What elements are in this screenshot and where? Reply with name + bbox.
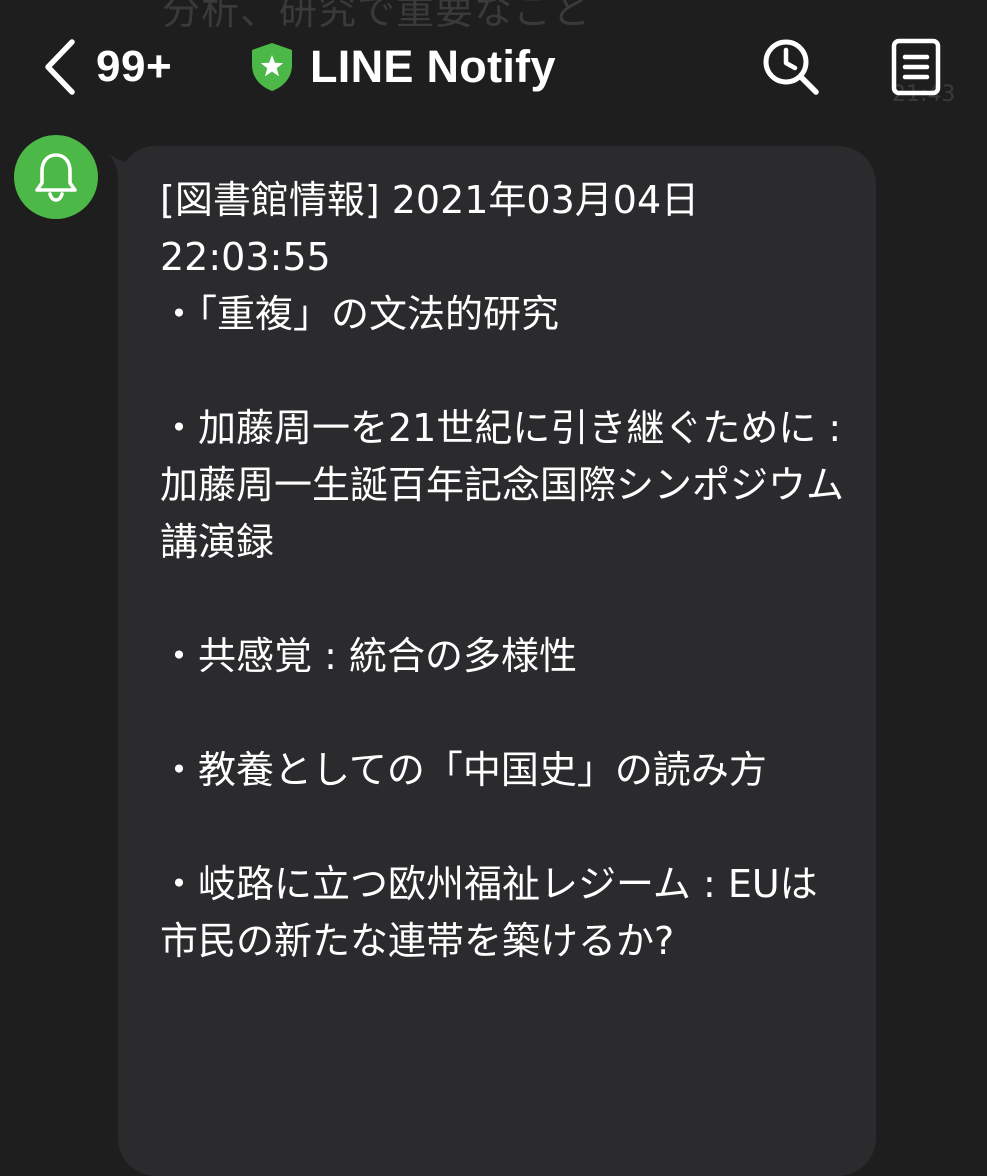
back-button[interactable]: 99+ — [38, 36, 198, 98]
chat-header: 99+ LINE Notify — [0, 0, 987, 135]
note-icon — [891, 38, 941, 96]
bell-icon — [35, 153, 77, 202]
message-text: [図書館情報] 2021年03月04日 22:03:55 ・「重複」の文法的研究… — [160, 178, 845, 963]
unread-count-badge: 99+ — [96, 42, 173, 91]
shield-star-icon — [252, 43, 292, 91]
chat-title: LINE Notify — [310, 41, 556, 92]
note-button[interactable] — [888, 36, 944, 98]
sender-avatar[interactable] — [14, 135, 98, 219]
search-clock-icon — [763, 39, 819, 95]
chat-title-area[interactable]: LINE Notify — [248, 36, 556, 98]
chevron-left-icon — [45, 39, 75, 95]
search-button[interactable] — [760, 36, 822, 98]
